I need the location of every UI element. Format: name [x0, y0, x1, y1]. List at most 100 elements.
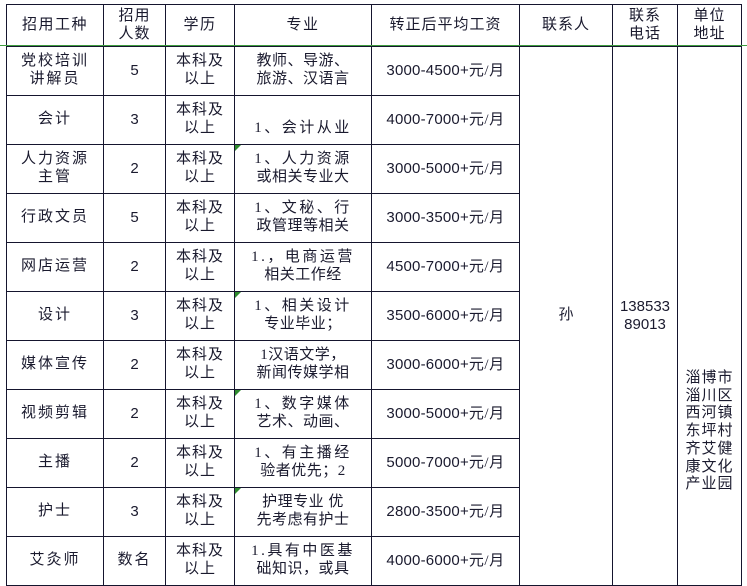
- cell-average-salary[interactable]: 3000-3500+元/月: [371, 193, 520, 243]
- cell-average-salary[interactable]: 4000-7000+元/月: [371, 95, 520, 145]
- education-line: 以上: [183, 120, 216, 136]
- cell-headcount[interactable]: 2: [103, 340, 166, 390]
- cell-job-title[interactable]: 艾灸师: [6, 536, 104, 586]
- major-line: 教师、导游、: [256, 53, 350, 70]
- major-line: 1、相关设计: [254, 298, 352, 315]
- education-line: 以上: [183, 512, 216, 528]
- column-header-count: 招用 人数: [103, 4, 166, 47]
- cell-headcount[interactable]: 2: [103, 389, 166, 439]
- header-line: 专业: [286, 16, 320, 33]
- salary-unit: 元/月: [468, 405, 505, 422]
- major-line: 验者优先；2: [260, 463, 346, 479]
- cell-education[interactable]: 本科及 以上: [165, 340, 235, 390]
- cell-education[interactable]: 本科及 以上: [165, 144, 235, 194]
- major-line: 专业毕业；: [264, 316, 342, 332]
- cell-headcount[interactable]: 3: [103, 95, 166, 145]
- cell-headcount[interactable]: 3: [103, 487, 166, 537]
- cell-education[interactable]: 本科及 以上: [165, 291, 235, 341]
- address-line: 西河镇: [685, 405, 734, 422]
- cell-headcount[interactable]: 5: [103, 46, 166, 96]
- job-title-line: 网店运营: [20, 258, 89, 275]
- cell-major-requirement[interactable]: 1、文秘、行 政管理等相关: [234, 193, 372, 243]
- education-line: 以上: [183, 267, 216, 283]
- cell-education[interactable]: 本科及 以上: [165, 95, 235, 145]
- header-line: 招用工种: [21, 16, 88, 33]
- column-header-major: 专业: [234, 4, 372, 47]
- cell-job-title[interactable]: 主播: [6, 438, 104, 488]
- cell-average-salary[interactable]: 3000-5000+元/月: [371, 389, 520, 439]
- cell-education[interactable]: 本科及 以上: [165, 487, 235, 537]
- cell-job-title[interactable]: 党校培训 讲解员: [6, 46, 104, 96]
- major-line: 先考虑有护士: [256, 512, 350, 528]
- education-line: 本科及: [175, 53, 224, 70]
- cell-major-requirement[interactable]: 教师、导游、 旅游、汉语言: [234, 46, 372, 96]
- cell-average-salary[interactable]: 3000-5000+元/月: [371, 144, 520, 194]
- cell-education[interactable]: 本科及 以上: [165, 536, 235, 586]
- cell-major-requirement[interactable]: 护理专业 优先考虑有护士: [234, 487, 372, 537]
- cell-headcount[interactable]: 5: [103, 193, 166, 243]
- cell-company-address[interactable]: 淄博市 淄川区 西河镇 东坪村 齐艾健 康文化 产业园: [677, 46, 742, 586]
- overflow-marker-icon: [235, 390, 241, 396]
- cell-education[interactable]: 本科及 以上: [165, 193, 235, 243]
- job-title-line: 行政文员: [20, 209, 89, 226]
- header-line: 转正后平均工资: [389, 16, 502, 33]
- salary-unit: 元/月: [468, 62, 505, 79]
- major-line: 1、会计从业: [254, 120, 352, 136]
- cell-major-requirement[interactable]: 1汉语文学， 新闻传媒学相: [234, 340, 372, 390]
- job-title-line: 人力资源: [20, 151, 89, 168]
- cell-job-title[interactable]: 会计: [6, 95, 104, 145]
- cell-job-title[interactable]: 人力资源 主管: [6, 144, 104, 194]
- address-line: 康文化: [685, 458, 734, 475]
- cell-average-salary[interactable]: 4000-6000+元/月: [371, 536, 520, 586]
- job-title-line: 主播: [37, 454, 72, 471]
- cell-average-salary[interactable]: 2800-3500+元/月: [371, 487, 520, 537]
- education-line: 以上: [183, 316, 216, 332]
- cell-job-title[interactable]: 行政文员: [6, 193, 104, 243]
- address-line: 东坪村: [685, 423, 734, 440]
- cell-job-title[interactable]: 媒体宣传: [6, 340, 104, 390]
- cell-major-requirement[interactable]: 1、数字媒体 艺术、动画、: [234, 389, 372, 439]
- major-line: 旅游、汉语言: [256, 71, 350, 87]
- cell-job-title[interactable]: 护士: [6, 487, 104, 537]
- salary-unit: 元/月: [468, 307, 505, 324]
- cell-average-salary[interactable]: 3500-6000+元/月: [371, 291, 520, 341]
- major-line: 政管理等相关: [256, 218, 350, 234]
- cell-average-salary[interactable]: 4500-7000+元/月: [371, 242, 520, 292]
- phone-line: 138533: [619, 298, 671, 316]
- cell-education[interactable]: 本科及 以上: [165, 438, 235, 488]
- cell-education[interactable]: 本科及 以上: [165, 389, 235, 439]
- job-title-line: 会计: [37, 111, 72, 128]
- cell-headcount[interactable]: 3: [103, 291, 166, 341]
- cell-major-requirement[interactable]: 1、人力资源 或相关专业大: [234, 144, 372, 194]
- cell-major-requirement[interactable]: 1、有主播经 验者优先；2: [234, 438, 372, 488]
- cell-education[interactable]: 本科及 以上: [165, 46, 235, 96]
- cell-major-requirement[interactable]: 1.具有中医基 础知识，或具: [234, 536, 372, 586]
- cell-major-requirement[interactable]: 1、相关设计 专业毕业；: [234, 291, 372, 341]
- cell-job-title[interactable]: 网店运营: [6, 242, 104, 292]
- salary-unit: 元/月: [468, 258, 505, 275]
- cell-major-requirement[interactable]: 1、会计从业: [234, 95, 372, 145]
- cell-headcount[interactable]: 2: [103, 242, 166, 292]
- cell-major-requirement[interactable]: 1.，电商运营 相关工作经: [234, 242, 372, 292]
- major-line: 1汉语文学，: [260, 347, 346, 364]
- major-line: 护理专业 优: [262, 494, 344, 511]
- cell-average-salary[interactable]: 3000-4500+元/月: [371, 46, 520, 96]
- header-line: 学历: [183, 16, 217, 33]
- cell-job-title[interactable]: 设计: [6, 291, 104, 341]
- header-line: 单位: [693, 7, 726, 24]
- cell-headcount[interactable]: 2: [103, 144, 166, 194]
- header-line: 电话: [628, 25, 661, 42]
- cell-contact-person[interactable]: 孙: [519, 46, 613, 586]
- cell-headcount[interactable]: 2: [103, 438, 166, 488]
- cell-average-salary[interactable]: 5000-7000+元/月: [371, 438, 520, 488]
- salary-amount: 3000-5000+: [386, 159, 469, 177]
- cell-average-salary[interactable]: 3000-6000+元/月: [371, 340, 520, 390]
- salary-unit: 元/月: [468, 552, 505, 569]
- cell-contact-phone[interactable]: 138533 89013: [612, 46, 678, 586]
- header-line: 招用: [118, 7, 151, 24]
- cell-job-title[interactable]: 视频剪辑: [6, 389, 104, 439]
- table-row: 党校培训 讲解员 5 本科及 以上 教师、导游、 旅游、汉语言 3000-4500+元/月孙 1…: [6, 46, 742, 586]
- cell-headcount[interactable]: 数名: [103, 536, 166, 586]
- header-line: 人数: [118, 25, 151, 42]
- cell-education[interactable]: 本科及 以上: [165, 242, 235, 292]
